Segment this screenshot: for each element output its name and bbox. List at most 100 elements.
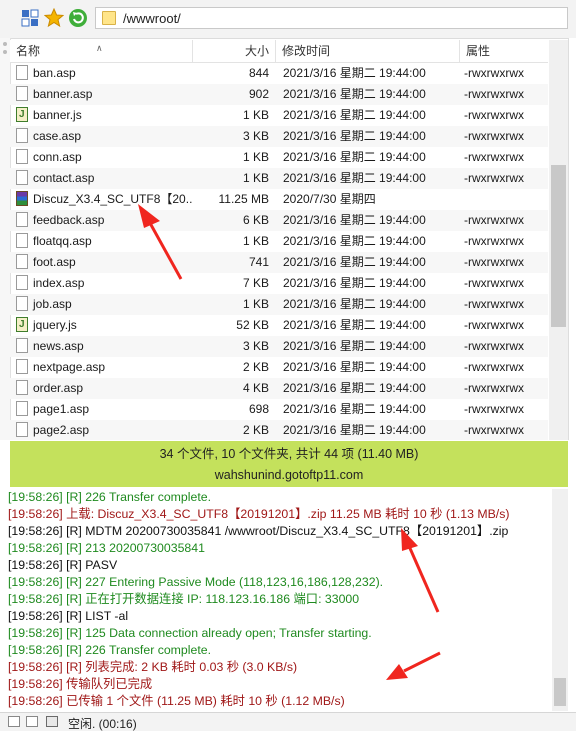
file-row[interactable]: page2.asp 2 KB 2021/3/16 星期二 19:44:00 -rwxr… <box>10 420 548 440</box>
path-field[interactable]: /wwwroot/ <box>95 7 568 29</box>
file-name-cell[interactable]: banner.js <box>16 105 192 126</box>
file-name-cell[interactable]: page2.asp <box>16 420 192 440</box>
column-header-name[interactable]: 名称 ∧ <box>10 40 193 62</box>
file-row[interactable]: case.asp 3 KB 2021/3/16 星期二 19:44:00 -rwxrw… <box>10 126 548 147</box>
file-size: 2 KB <box>242 360 269 374</box>
file-name-cell[interactable]: contact.asp <box>16 168 192 189</box>
js-file-icon <box>16 105 28 125</box>
file-modified: 2021/3/16 星期二 19:44:00 <box>283 339 426 353</box>
file-row[interactable]: banner.asp 902 2021/3/16 星期二 19:44:00 -rwxr… <box>10 84 548 105</box>
window-icon[interactable] <box>46 716 58 727</box>
file-row[interactable]: news.asp 3 KB 2021/3/16 星期二 19:44:00 -rwxrw… <box>10 336 548 357</box>
file-name-cell[interactable]: index.asp <box>16 273 192 294</box>
site-manager-icon[interactable] <box>20 8 40 28</box>
file-row[interactable]: banner.js 1 KB 2021/3/16 星期二 19:44:00 -rwxr… <box>10 105 548 126</box>
file-size: 3 KB <box>242 129 269 143</box>
file-row[interactable]: order.asp 4 KB 2021/3/16 星期二 19:44:00 -rwxr… <box>10 378 548 399</box>
queue-icon[interactable] <box>8 716 20 727</box>
file-name: page1.asp <box>33 402 90 416</box>
file-row[interactable]: feedback.asp 6 KB 2021/3/16 星期二 19:44:00 -r… <box>10 210 548 231</box>
file-icon <box>16 380 28 396</box>
column-header-size[interactable]: 大小 <box>193 40 276 62</box>
file-modified: 2021/3/16 星期二 19:44:00 <box>283 318 426 332</box>
log-line: [19:58:26] [R] 227 Entering Passive Mode… <box>8 575 384 589</box>
file-name: contact.asp <box>33 171 95 185</box>
file-icon <box>16 422 28 438</box>
refresh-icon[interactable] <box>68 8 88 28</box>
file-name-cell[interactable]: feedback.asp <box>16 210 192 231</box>
file-row[interactable]: Discuz_X3.4_SC_UTF8【20... 11.25 MB 2020/7/… <box>10 189 548 210</box>
file-name: foot.asp <box>33 255 76 269</box>
file-name: job.asp <box>33 297 72 311</box>
file-icon <box>16 275 28 291</box>
file-name-cell[interactable]: floatqq.asp <box>16 231 192 252</box>
file-size: 4 KB <box>242 381 269 395</box>
file-modified: 2021/3/16 星期二 19:44:00 <box>283 171 426 185</box>
file-row[interactable]: floatqq.asp 1 KB 2021/3/16 星期二 19:44:00 -rw… <box>10 231 548 252</box>
file-name-cell[interactable]: job.asp <box>16 294 192 315</box>
file-name: news.asp <box>33 339 84 353</box>
status-bar: 34 个文件, 10 个文件夹, 共计 44 项 (11.40 MB) wahs… <box>10 441 568 487</box>
column-header-attr[interactable]: 属性 <box>460 40 548 62</box>
file-modified: 2021/3/16 星期二 19:44:00 <box>283 423 426 437</box>
file-row[interactable]: conn.asp 1 KB 2021/3/16 星期二 19:44:00 -rwxrw… <box>10 147 548 168</box>
file-attributes: -rwxrwxrwx <box>464 66 524 80</box>
file-name-cell[interactable]: order.asp <box>16 378 192 399</box>
file-row[interactable]: nextpage.asp 2 KB 2021/3/16 星期二 19:44:00 -r… <box>10 357 548 378</box>
file-name-cell[interactable]: foot.asp <box>16 252 192 273</box>
file-attributes: -rwxrwxrwx <box>464 276 524 290</box>
file-modified: 2020/7/30 星期四 <box>283 192 376 206</box>
file-modified: 2021/3/16 星期二 19:44:00 <box>283 108 426 122</box>
file-modified: 2021/3/16 星期二 19:44:00 <box>283 381 426 395</box>
file-icon <box>16 254 28 270</box>
log-line: [19:58:26] [R] 226 Transfer complete. <box>8 490 212 504</box>
status-summary: 34 个文件, 10 个文件夹, 共计 44 项 (11.40 MB) <box>159 447 419 461</box>
file-icon <box>16 359 28 375</box>
file-row[interactable]: contact.asp 1 KB 2021/3/16 星期二 19:44:00 -rw… <box>10 168 548 189</box>
file-row[interactable]: ban.asp 844 2021/3/16 星期二 19:44:00 -rwxrwxr… <box>10 63 548 84</box>
file-name-cell[interactable]: Discuz_X3.4_SC_UTF8【20... <box>16 189 192 210</box>
log-line: [19:58:26] [R] 213 20200730035841 <box>8 541 205 555</box>
file-size: 844 <box>248 66 269 80</box>
file-attributes: -rwxrwxrwx <box>464 381 524 395</box>
file-name-cell[interactable]: banner.asp <box>16 84 192 105</box>
file-attributes: -rwxrwxrwx <box>464 129 524 143</box>
file-attributes: -rwxrwxrwx <box>464 423 524 437</box>
file-name-cell[interactable]: nextpage.asp <box>16 357 192 378</box>
file-attributes: -rwxrwxrwx <box>464 402 524 416</box>
file-icon <box>16 149 28 165</box>
file-row[interactable]: jquery.js 52 KB 2021/3/16 星期二 19:44:00 -rwx… <box>10 315 548 336</box>
file-size: 1 KB <box>242 297 269 311</box>
log-line: [19:58:26] [R] MDTM 20200730035841 /wwwr… <box>8 524 509 538</box>
file-modified: 2021/3/16 星期二 19:44:00 <box>283 150 426 164</box>
file-size: 741 <box>248 255 269 269</box>
file-name-cell[interactable]: ban.asp <box>16 63 192 84</box>
file-name-cell[interactable]: page1.asp <box>16 399 192 420</box>
file-name-cell[interactable]: conn.asp <box>16 147 192 168</box>
file-icon <box>16 233 28 249</box>
file-name: banner.js <box>33 108 82 122</box>
file-attributes: -rwxrwxrwx <box>464 360 524 374</box>
connection-icon[interactable] <box>26 716 38 727</box>
log-panel: [19:58:26] [R] 226 Transfer complete. [19… <box>4 489 552 711</box>
file-row[interactable]: index.asp 7 KB 2021/3/16 星期二 19:44:00 -rwxr… <box>10 273 548 294</box>
sort-ascending-icon: ∧ <box>96 43 103 53</box>
file-row[interactable]: page1.asp 698 2021/3/16 星期二 19:44:00 -rwxrw… <box>10 399 548 420</box>
file-name: jquery.js <box>33 318 77 332</box>
file-name-cell[interactable]: case.asp <box>16 126 192 147</box>
column-header-modified[interactable]: 修改时间 <box>276 40 460 62</box>
file-name-cell[interactable]: jquery.js <box>16 315 192 336</box>
file-size: 11.25 MB <box>218 192 269 206</box>
log-line: [19:58:26] 已传输 1 个文件 (11.25 MB) 耗时 10 秒 … <box>8 694 345 708</box>
column-size-label: 大小 <box>244 44 269 58</box>
file-row[interactable]: job.asp 1 KB 2021/3/16 星期二 19:44:00 -rwxrwx… <box>10 294 548 315</box>
favorites-star-icon[interactable] <box>44 8 64 28</box>
log-line: [19:58:26] [R] 正在打开数据连接 IP: 118.123.16.1… <box>8 592 360 606</box>
file-name: conn.asp <box>33 150 82 164</box>
file-list-scroll-thumb[interactable] <box>551 165 566 327</box>
log-scroll-thumb[interactable] <box>554 678 566 706</box>
file-row[interactable]: foot.asp 741 2021/3/16 星期二 19:44:00 -rwxrwx… <box>10 252 548 273</box>
file-name: banner.asp <box>33 87 93 101</box>
file-size: 7 KB <box>242 276 269 290</box>
file-name-cell[interactable]: news.asp <box>16 336 192 357</box>
